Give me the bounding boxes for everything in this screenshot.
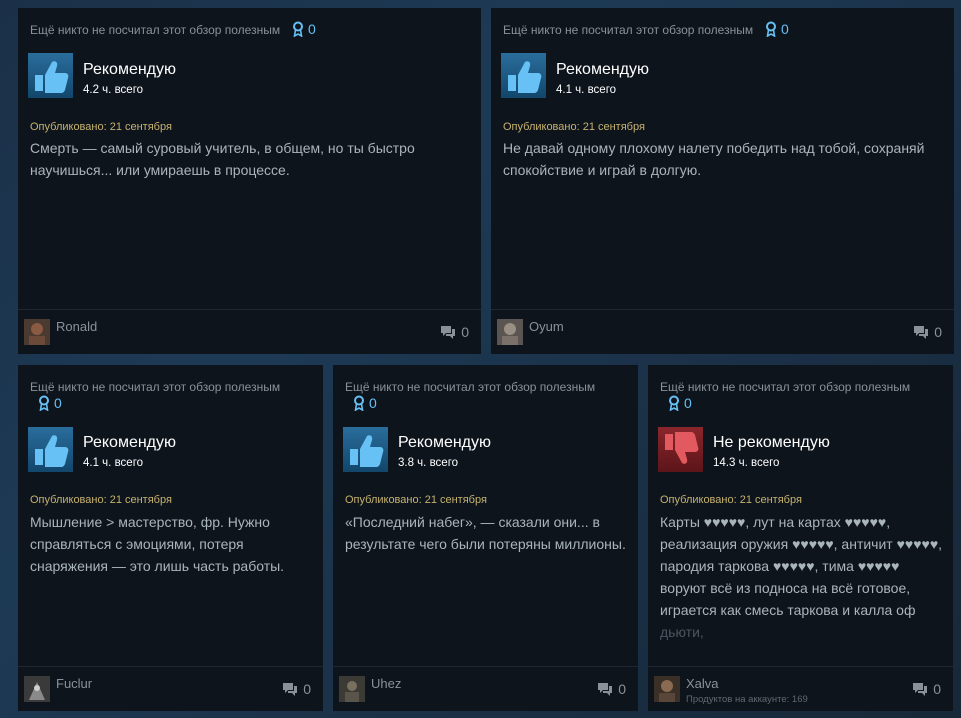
award-icon <box>292 21 304 37</box>
hours-played: 4.2 ч. всего <box>83 84 144 96</box>
review-line: воруют всё из подноса на всё готовое, <box>660 580 911 596</box>
review-footer: Ronald 0 <box>18 309 481 354</box>
review-card: Ещё никто не посчитал этот обзор полезны… <box>491 8 954 354</box>
award-button[interactable]: 0 <box>765 21 789 37</box>
comment-count: 0 <box>618 681 626 697</box>
thumbs-up-icon[interactable] <box>28 427 73 472</box>
review-text[interactable]: Не давай одному плохому налету победить … <box>503 137 943 181</box>
comments-button[interactable]: 0 <box>440 324 469 340</box>
review-text[interactable]: «Последний набег», — сказали они... в ре… <box>345 511 635 555</box>
comment-icon <box>912 682 928 696</box>
review-footer: Uhez 0 <box>333 666 638 711</box>
hours-played: 3.8 ч. всего <box>398 457 459 469</box>
helpful-text: Ещё никто не посчитал этот обзор полезны… <box>345 380 596 394</box>
verdict-label[interactable]: Рекомендую <box>83 61 176 79</box>
helpful-text: Ещё никто не посчитал этот обзор полезны… <box>30 23 281 37</box>
review-footer: Fuclur 0 <box>18 666 323 711</box>
helpful-text: Ещё никто не посчитал этот обзор полезны… <box>30 380 281 394</box>
review-line: Карты ♥♥♥♥♥, лут на картах ♥♥♥♥♥, <box>660 514 891 530</box>
helpful-text: Ещё никто не посчитал этот обзор полезны… <box>503 23 754 37</box>
verdict-label[interactable]: Не рекомендую <box>713 434 830 452</box>
review-text[interactable]: Карты ♥♥♥♥♥, лут на картах ♥♥♥♥♥, реализ… <box>660 511 950 643</box>
award-count: 0 <box>369 395 377 411</box>
avatar[interactable] <box>654 676 680 702</box>
verdict-label[interactable]: Рекомендую <box>398 434 491 452</box>
verdict-label[interactable]: Рекомендую <box>556 61 649 79</box>
author-name[interactable]: Fuclur <box>56 676 92 691</box>
review-card: Ещё никто не посчитал этот обзор полезны… <box>18 8 481 354</box>
comment-icon <box>282 682 298 696</box>
award-button[interactable]: 0 <box>353 395 377 411</box>
hours-played: 14.3 ч. всего <box>713 457 780 469</box>
review-line-faded: дьюти, <box>660 624 704 640</box>
award-icon <box>38 395 50 411</box>
author-name[interactable]: Uhez <box>371 676 401 691</box>
comments-button[interactable]: 0 <box>282 681 311 697</box>
comment-count: 0 <box>303 681 311 697</box>
comments-button[interactable]: 0 <box>913 324 942 340</box>
products-count: Продуктов на аккаунте: 169 <box>686 694 808 705</box>
posted-date: Опубликовано: 21 сентября <box>30 121 172 133</box>
award-button[interactable]: 0 <box>38 395 62 411</box>
posted-date: Опубликовано: 21 сентября <box>345 494 487 506</box>
review-text[interactable]: Мышление > мастерство, фр. Нужно справля… <box>30 511 305 577</box>
award-icon <box>765 21 777 37</box>
review-card: Ещё никто не посчитал этот обзор полезны… <box>18 365 323 711</box>
avatar[interactable] <box>24 319 50 345</box>
avatar[interactable] <box>24 676 50 702</box>
avatar[interactable] <box>339 676 365 702</box>
review-footer: Oyum 0 <box>491 309 954 354</box>
comments-button[interactable]: 0 <box>912 681 941 697</box>
review-text[interactable]: Смерть — самый суровый учитель, в общем,… <box>30 137 430 181</box>
helpful-text: Ещё никто не посчитал этот обзор полезны… <box>660 380 911 394</box>
comments-button[interactable]: 0 <box>597 681 626 697</box>
thumbs-up-icon[interactable] <box>343 427 388 472</box>
comment-count: 0 <box>934 324 942 340</box>
posted-date: Опубликовано: 21 сентября <box>503 121 645 133</box>
verdict-label[interactable]: Рекомендую <box>83 434 176 452</box>
review-line: реализация оружия ♥♥♥♥♥, античит ♥♥♥♥♥, <box>660 536 943 552</box>
author-name[interactable]: Oyum <box>529 319 564 334</box>
review-card: Ещё никто не посчитал этот обзор полезны… <box>648 365 953 711</box>
award-icon <box>668 395 680 411</box>
avatar[interactable] <box>497 319 523 345</box>
review-line: играется как смесь таркова и калла оф <box>660 602 916 618</box>
review-line: пародия таркова ♥♥♥♥♥, тима ♥♥♥♥♥ <box>660 558 900 574</box>
author-name[interactable]: Ronald <box>56 319 97 334</box>
comment-count: 0 <box>461 324 469 340</box>
thumbs-up-icon[interactable] <box>501 53 546 98</box>
award-count: 0 <box>54 395 62 411</box>
award-icon <box>353 395 365 411</box>
comment-icon <box>597 682 613 696</box>
award-count: 0 <box>308 21 316 37</box>
thumbs-up-icon[interactable] <box>28 53 73 98</box>
thumbs-down-icon[interactable] <box>658 427 703 472</box>
award-button[interactable]: 0 <box>668 395 692 411</box>
posted-date: Опубликовано: 21 сентября <box>30 494 172 506</box>
comment-icon <box>913 325 929 339</box>
comment-count: 0 <box>933 681 941 697</box>
award-button[interactable]: 0 <box>292 21 316 37</box>
comment-icon <box>440 325 456 339</box>
author-name[interactable]: Xalva <box>686 676 719 691</box>
hours-played: 4.1 ч. всего <box>83 457 144 469</box>
hours-played: 4.1 ч. всего <box>556 84 617 96</box>
award-count: 0 <box>684 395 692 411</box>
review-card: Ещё никто не посчитал этот обзор полезны… <box>333 365 638 711</box>
review-footer: Xalva Продуктов на аккаунте: 169 0 <box>648 666 953 711</box>
posted-date: Опубликовано: 21 сентября <box>660 494 802 506</box>
award-count: 0 <box>781 21 789 37</box>
